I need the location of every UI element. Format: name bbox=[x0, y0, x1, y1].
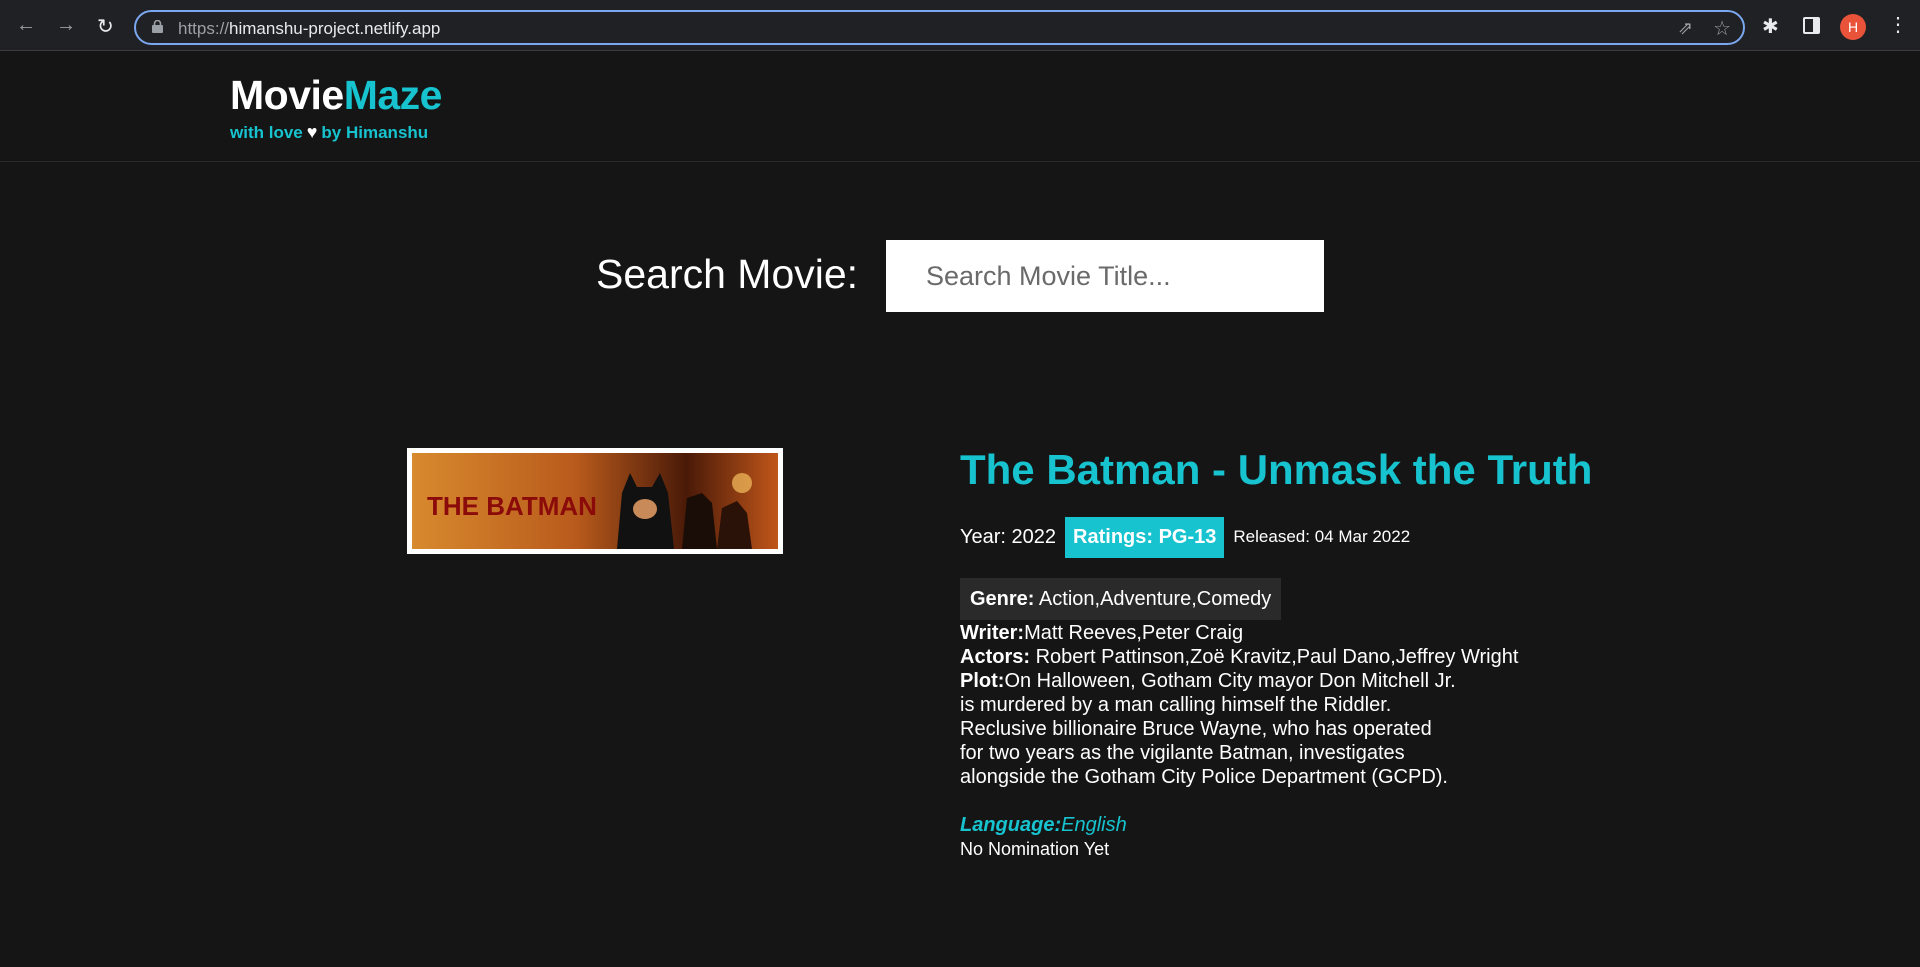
actors-line: Actors: Robert Pattinson,Zoë Kravitz,Pau… bbox=[960, 645, 1518, 669]
awards-text: No Nomination Yet bbox=[960, 839, 1110, 859]
poster-title: THE BATMAN bbox=[427, 491, 597, 521]
brand-part-movie: Movie bbox=[230, 72, 344, 118]
movie-title: The Batman - Unmask the Truth bbox=[960, 446, 1593, 493]
year-label: Year: bbox=[960, 525, 1006, 548]
actors-label: Actors: bbox=[960, 646, 1031, 668]
brand-part-maze: Maze bbox=[343, 72, 443, 118]
plot-label: Plot: bbox=[960, 670, 1005, 692]
profile-avatar[interactable]: H bbox=[1840, 14, 1866, 40]
writer-label: Writer: bbox=[960, 622, 1025, 644]
browser-toolbar: ← → ↻ https://himanshu-project.netlify.a… bbox=[0, 0, 1920, 51]
url-text: https://himanshu-project.netlify.app bbox=[178, 19, 440, 39]
search-input[interactable] bbox=[886, 240, 1324, 312]
released-label: Released: bbox=[1233, 527, 1310, 546]
extensions-puzzle-icon[interactable]: ✱ bbox=[1762, 14, 1779, 39]
side-panel-icon[interactable] bbox=[1803, 17, 1820, 34]
site-header: MovieMaze with love ♥ by Himanshu bbox=[0, 52, 1920, 162]
address-bar[interactable]: https://himanshu-project.netlify.app ⇗ ☆ bbox=[134, 10, 1745, 45]
actors-value: Robert Pattinson,Zoë Kravitz,Paul Dano,J… bbox=[1035, 646, 1519, 668]
writer-value: Matt Reeves,Peter Craig bbox=[1024, 622, 1244, 644]
genre-value: Action,Adventure,Comedy bbox=[1038, 588, 1272, 610]
tagline-suffix: by Himanshu bbox=[321, 123, 429, 142]
ratings-label: Ratings: bbox=[1073, 525, 1154, 548]
tagline-prefix: with love bbox=[230, 123, 303, 142]
released-value: 04 Mar 2022 bbox=[1314, 527, 1411, 546]
more-menu-icon[interactable]: ⋮ bbox=[1888, 12, 1908, 37]
url-host: himanshu-project.netlify.app bbox=[229, 19, 441, 38]
tagline: with love ♥ by Himanshu bbox=[230, 122, 428, 143]
movie-poster: THE BATMAN bbox=[407, 448, 783, 554]
genre-label: Genre: bbox=[970, 588, 1035, 610]
movie-meta: Year: 2022 Ratings: PG-13 Released: 04 M… bbox=[960, 516, 1410, 558]
released-date: Released: 04 Mar 2022 bbox=[1233, 527, 1410, 547]
writer-line: Writer:Matt Reeves,Peter Craig bbox=[960, 621, 1243, 645]
bookmark-star-icon[interactable]: ☆ bbox=[1713, 16, 1731, 41]
plot-value: On Halloween, Gotham City mayor Don Mitc… bbox=[960, 670, 1456, 788]
language-value: English bbox=[1061, 814, 1127, 836]
year: Year: 2022 bbox=[960, 526, 1056, 549]
plot-paragraph: Plot:On Halloween, Gotham City mayor Don… bbox=[960, 669, 1460, 789]
url-scheme: https:// bbox=[178, 19, 230, 38]
lock-icon bbox=[152, 20, 163, 33]
heart-icon: ♥ bbox=[306, 122, 318, 142]
forward-arrow-icon[interactable]: → bbox=[56, 14, 76, 37]
search-label: Search Movie: bbox=[596, 251, 859, 297]
genre-box: Genre: Action,Adventure,Comedy bbox=[960, 578, 1282, 620]
year-value: 2022 bbox=[1011, 525, 1057, 548]
back-arrow-icon[interactable]: ← bbox=[16, 14, 36, 37]
share-icon[interactable]: ⇗ bbox=[1678, 18, 1693, 39]
brand-logo[interactable]: MovieMaze bbox=[230, 72, 442, 119]
ratings-value: PG-13 bbox=[1158, 525, 1217, 548]
reload-icon[interactable]: ↻ bbox=[97, 14, 114, 39]
ratings-badge: Ratings: PG-13 bbox=[1065, 516, 1225, 558]
language-line: Language:English bbox=[960, 813, 1127, 837]
language-label: Language: bbox=[960, 814, 1062, 836]
